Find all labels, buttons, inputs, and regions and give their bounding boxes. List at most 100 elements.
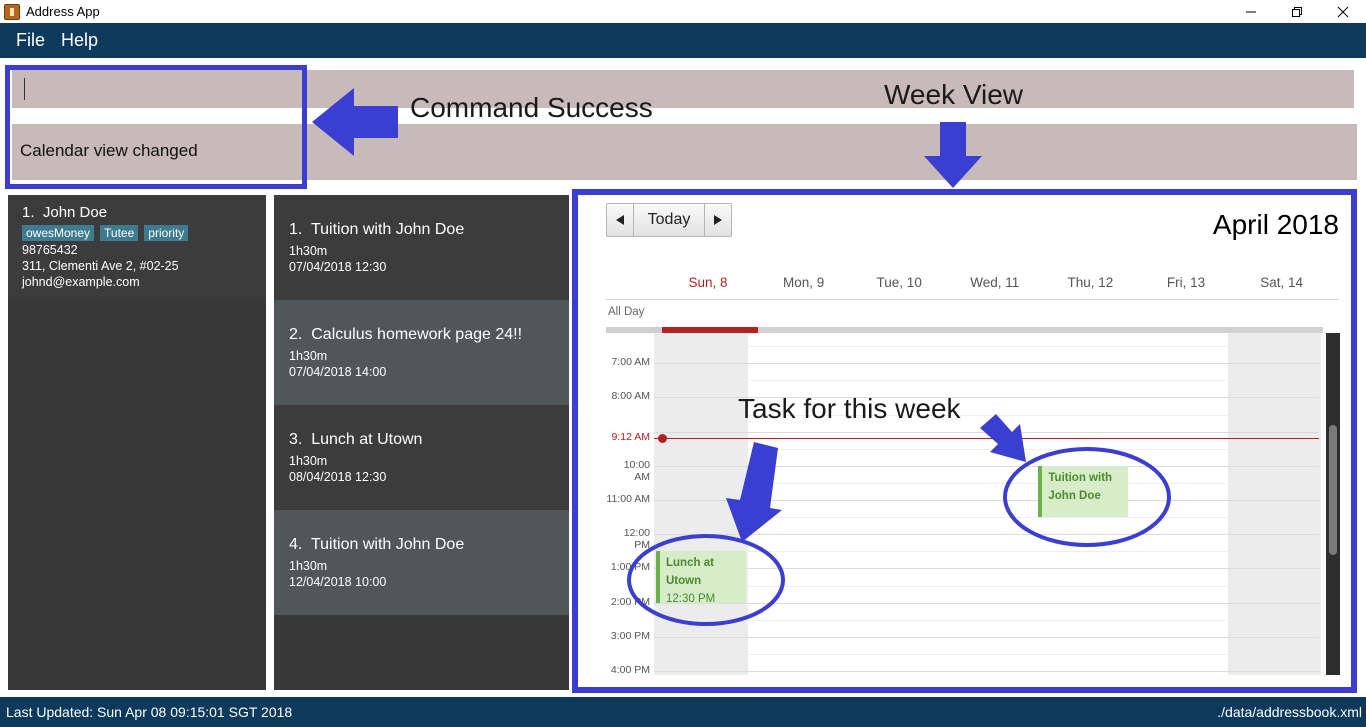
header-divider	[606, 299, 1339, 300]
command-success-annotation: Command Success	[410, 92, 653, 123]
time-label: 3:00 PM	[610, 629, 650, 642]
person-card[interactable]: 1. John Doe owesMoney Tutee priority 987…	[8, 195, 266, 299]
all-day-label: All Day	[608, 306, 645, 318]
task-duration: 1h30m	[289, 559, 328, 573]
time-label: 2:00 PM	[610, 595, 650, 608]
task-duration: 1h30m	[289, 349, 328, 363]
prev-week-button[interactable]	[607, 204, 633, 236]
day-header-3[interactable]: Wed, 11	[947, 275, 1043, 290]
restore-button[interactable]	[1274, 0, 1320, 23]
window-controls	[1228, 0, 1366, 23]
hour-gridline	[654, 500, 1320, 501]
hour-gridline	[654, 363, 1320, 365]
half-hour-gridline	[654, 482, 1320, 484]
task-datetime: 12/04/2018 10:00	[289, 575, 387, 589]
calendar-highlight-box: Today April 2018 Sun, 8 Mon, 9 Tue, 10 Wed,…	[572, 189, 1357, 693]
task-card[interactable]: 1. Tuition with John Doe 1h30m 07/04/201…	[274, 195, 569, 300]
task-duration: 1h30m	[289, 454, 328, 468]
status-bar: Last Updated: Sun Apr 08 09:15:01 SGT 20…	[0, 697, 1366, 727]
menu-file[interactable]: File	[8, 30, 53, 51]
person-phone: 98765432	[22, 243, 78, 257]
task-title-line: 3. Lunch at Utown	[289, 431, 569, 449]
calendar-event[interactable]: Lunch at Utown 12:30 PM	[656, 551, 746, 605]
arrow-left-annotation-icon	[312, 88, 398, 156]
day-header-6[interactable]: Sat, 14	[1234, 275, 1330, 290]
task-index: 1.	[289, 221, 303, 238]
calendar-week-view: Today April 2018 Sun, 8 Mon, 9 Tue, 10 Wed,…	[578, 195, 1351, 687]
task-list-panel: 1. Tuition with John Doe 1h30m 07/04/201…	[274, 195, 569, 690]
person-name-line: 1. John Doe	[22, 204, 266, 221]
menu-bar: File Help	[0, 23, 1366, 58]
day-column-6[interactable]	[1227, 333, 1322, 675]
time-label: 8:00 AM	[611, 390, 650, 403]
event-title: Tuition with John Doe	[1048, 471, 1113, 502]
time-label: 6:00 AM	[606, 333, 650, 334]
task-index: 3.	[289, 431, 303, 448]
day-header-0[interactable]: Sun, 8	[660, 275, 756, 290]
task-card[interactable]: 3. Lunch at Utown 1h30m 08/04/2018 12:30	[274, 405, 569, 510]
window-title: Address App	[26, 4, 100, 19]
next-week-button[interactable]	[705, 204, 731, 236]
day-column-0[interactable]	[654, 333, 748, 675]
last-updated-status: Last Updated: Sun Apr 08 09:15:01 SGT 20…	[6, 704, 293, 720]
day-header-4[interactable]: Thu, 12	[1042, 275, 1138, 290]
day-header-1[interactable]: Mon, 9	[756, 275, 852, 290]
task-title-line: 4. Tuition with John Doe	[289, 536, 569, 554]
task-title-line: 1. Tuition with John Doe	[289, 221, 569, 239]
hour-gridline	[654, 568, 1320, 570]
time-label: 11:00 AM	[606, 493, 650, 505]
time-label: 1:00 PM	[610, 561, 650, 574]
task-title: Tuition with John Doe	[310, 221, 465, 238]
half-hour-gridline	[654, 346, 1320, 348]
week-view-annotation: Week View	[884, 79, 1024, 110]
time-label: 7:00 AM	[611, 356, 650, 369]
hour-gridline	[654, 534, 1320, 536]
person-email: johnd@example.com	[22, 275, 140, 289]
task-card[interactable]: 2. Calculus homework page 24!! 1h30m 07/…	[274, 300, 569, 405]
app-book-icon	[4, 3, 20, 20]
time-grid[interactable]: 6:00 AM 7:00 AM 8:00 AM 10:00 AM 11:00 AM 12:…	[606, 333, 1331, 675]
today-button[interactable]: Today	[633, 204, 705, 236]
half-hour-gridline	[654, 380, 1320, 382]
person-address: 311, Clementi Ave 2, #02-25	[22, 259, 179, 273]
event-title: Lunch at Utown	[666, 557, 714, 588]
command-highlight-box	[5, 65, 307, 189]
calendar-nav: Today	[606, 203, 732, 237]
day-header-5[interactable]: Fri, 13	[1138, 275, 1234, 290]
chevron-left-icon	[616, 215, 624, 225]
close-icon	[1337, 6, 1349, 17]
calendar-event[interactable]: Tuition with John Doe	[1038, 465, 1128, 518]
day-column-3[interactable]	[941, 333, 1035, 675]
hour-gridline	[654, 602, 1320, 604]
day-column-5[interactable]	[1132, 333, 1226, 675]
half-hour-gridline	[654, 585, 1320, 587]
menu-help[interactable]: Help	[53, 30, 106, 51]
person-index: 1.	[22, 204, 35, 221]
person-list-panel: 1. John Doe owesMoney Tutee priority 987…	[8, 195, 266, 690]
time-label: 12:00 PM	[623, 527, 650, 552]
task-duration: 1h30m	[289, 244, 328, 258]
minimize-button[interactable]	[1228, 0, 1274, 23]
task-card[interactable]: 4. Tuition with John Doe 1h30m 12/04/201…	[274, 510, 569, 615]
half-hour-gridline	[654, 448, 1320, 450]
calendar-scrollbar[interactable]	[1326, 333, 1340, 675]
minimize-icon	[1246, 11, 1256, 12]
half-hour-gridline	[654, 619, 1320, 621]
task-index: 4.	[289, 536, 303, 553]
day-column-2[interactable]	[845, 333, 939, 675]
day-column-1[interactable]	[750, 333, 844, 675]
arrow-down-annotation-icon	[924, 122, 982, 188]
restore-icon	[1292, 6, 1302, 17]
task-title: Calculus homework page 24!!	[311, 326, 523, 343]
event-time: 12:30 PM	[666, 593, 716, 606]
day-header-2[interactable]: Tue, 10	[851, 275, 947, 290]
task-title: Tuition with John Doe	[310, 536, 465, 553]
scroll-thumb[interactable]	[1329, 425, 1337, 555]
current-time-label: 9:12 AM	[611, 431, 650, 444]
month-title: April 2018	[1212, 209, 1339, 240]
tag-label: Tutee	[100, 225, 139, 241]
close-button[interactable]	[1320, 0, 1366, 23]
tag-label: priority	[144, 225, 189, 241]
task-datetime: 08/04/2018 12:30	[289, 470, 387, 484]
current-time-line	[654, 438, 1320, 440]
